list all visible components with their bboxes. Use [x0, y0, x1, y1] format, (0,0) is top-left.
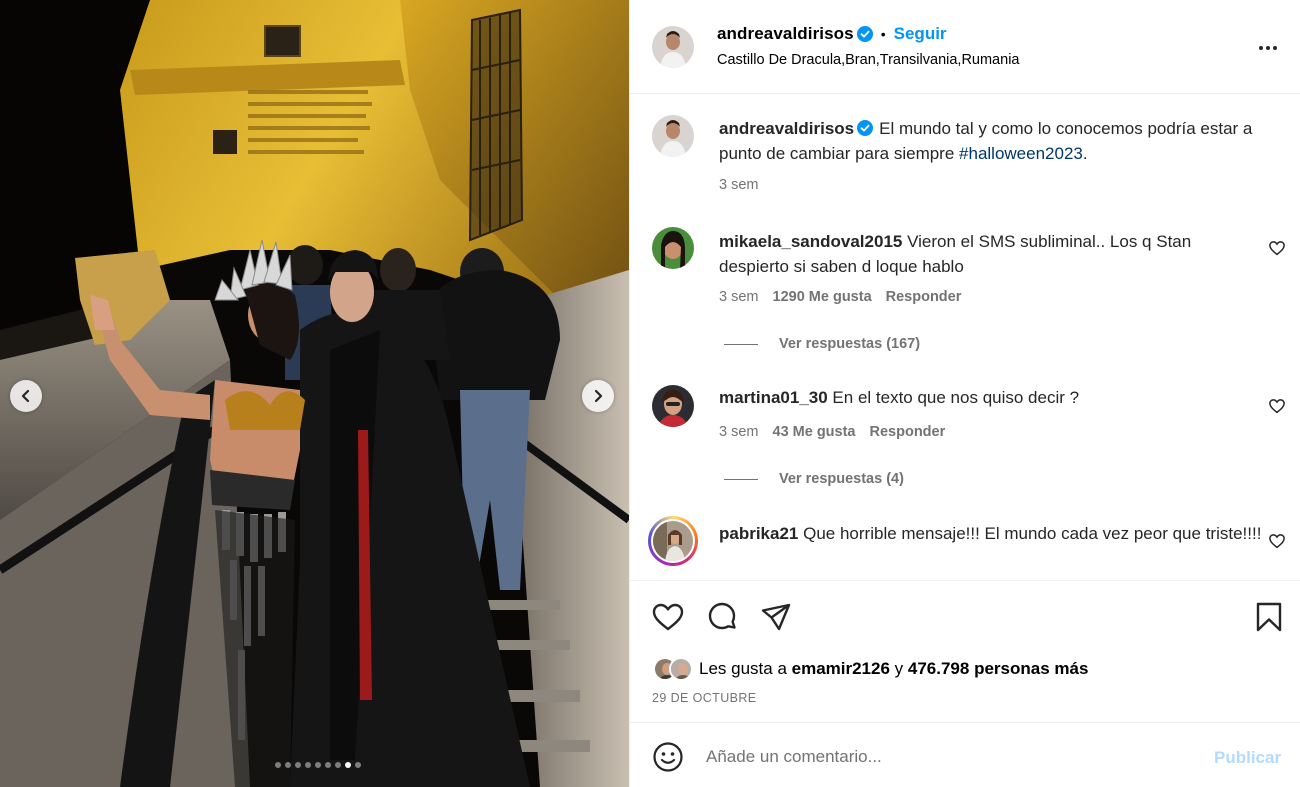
comment-time: 3 sem [719, 289, 759, 305]
likes-summary[interactable]: Les gusta a emamir2126 y 476.798 persona… [653, 657, 1088, 681]
carousel-dot [294, 762, 301, 768]
commenter-avatar[interactable] [652, 385, 694, 427]
comment-username[interactable]: martina01_30 [719, 388, 828, 407]
caption-username[interactable]: andreavaldirisos [719, 119, 854, 138]
comment-meta: 3 sem 43 Me gusta Responder [719, 424, 945, 440]
carousel-dot [274, 762, 281, 768]
caption-avatar[interactable] [652, 115, 694, 157]
previous-image-button[interactable] [10, 380, 42, 412]
chevron-left-icon [21, 389, 30, 403]
post-media [0, 0, 629, 787]
carousel-dot [334, 762, 341, 768]
carousel-indicator [0, 762, 629, 768]
next-image-button[interactable] [582, 380, 614, 412]
comment-body: En el texto que nos quiso decir ? [832, 388, 1080, 407]
liker-avatar [669, 657, 693, 681]
likes-text: Les gusta a emamir2126 y 476.798 persona… [699, 659, 1088, 679]
post-side-panel: andreavaldirisos • Seguir Castillo De Dr… [629, 0, 1300, 787]
comment-meta: 3 sem 1290 Me gusta Responder [719, 289, 961, 305]
view-replies-button[interactable]: Ver respuestas (4) [724, 471, 904, 487]
author-avatar[interactable] [652, 26, 694, 68]
follow-button[interactable]: Seguir [894, 24, 947, 44]
comment-username[interactable]: mikaela_sandoval2015 [719, 232, 902, 251]
verified-badge-icon [856, 26, 873, 42]
header-line: andreavaldirisos • Seguir [717, 24, 947, 44]
comment-time: 3 sem [719, 424, 759, 440]
post-dialog: andreavaldirisos • Seguir Castillo De Dr… [0, 0, 1300, 787]
comment-likes[interactable]: 1290 Me gusta [773, 289, 872, 305]
add-comment-bar: Publicar [630, 722, 1300, 787]
comments-list[interactable]: andreavaldirisos El mundo tal y como lo c… [630, 95, 1300, 580]
carousel-dot [284, 762, 291, 768]
likes-count[interactable]: 476.798 personas más [908, 659, 1089, 678]
view-replies-label: Ver respuestas (4) [779, 471, 904, 487]
view-replies-label: Ver respuestas (167) [779, 336, 921, 352]
comment-icon[interactable] [705, 600, 739, 634]
comment-text: martina01_30 En el texto que nos quiso d… [719, 385, 1264, 410]
carousel-dot [314, 762, 321, 768]
heart-icon[interactable] [651, 600, 685, 634]
chevron-right-icon [594, 389, 603, 403]
bookmark-icon[interactable] [1252, 600, 1286, 634]
reply-button[interactable]: Responder [870, 424, 946, 440]
story-ring-avatar[interactable] [648, 516, 698, 566]
verified-badge-icon [857, 120, 874, 136]
carousel-dot [354, 762, 361, 768]
view-replies-button[interactable]: Ver respuestas (167) [724, 336, 920, 352]
comment-username[interactable]: pabrika21 [719, 524, 798, 543]
likes-prefix: Les gusta a [699, 659, 792, 678]
more-options-icon[interactable] [1256, 36, 1280, 60]
comment-likes[interactable]: 43 Me gusta [773, 424, 856, 440]
comment-text: pabrika21 Que horrible mensaje!!! El mun… [719, 521, 1264, 546]
comment-heart-icon[interactable] [1268, 239, 1286, 257]
carousel-dot [324, 762, 331, 768]
likes-mid: y [889, 659, 908, 678]
post-date[interactable]: 29 DE OCTUBRE [652, 691, 757, 705]
replies-divider [724, 343, 758, 345]
comment-input[interactable] [706, 745, 1186, 769]
caption-text: andreavaldirisos El mundo tal y como lo c… [719, 116, 1264, 166]
caption-end: . [1082, 144, 1088, 163]
author-username[interactable]: andreavaldirisos [717, 24, 854, 44]
comment-heart-icon[interactable] [1268, 532, 1286, 550]
liker-username[interactable]: emamir2126 [792, 659, 890, 678]
comment-heart-icon[interactable] [1268, 397, 1286, 415]
carousel-dot [344, 762, 351, 768]
emoji-icon[interactable] [652, 741, 684, 773]
separator-dot: • [880, 26, 886, 42]
post-actions: Les gusta a emamir2126 y 476.798 persona… [630, 580, 1300, 721]
post-photo [0, 0, 629, 787]
share-icon[interactable] [759, 600, 793, 634]
comment-text: mikaela_sandoval2015 Vieron el SMS subli… [719, 229, 1264, 279]
commenter-avatar[interactable] [652, 227, 694, 269]
reply-button[interactable]: Responder [886, 289, 962, 305]
publish-button[interactable]: Publicar [1214, 748, 1281, 768]
caption-hashtag[interactable]: #halloween2023 [959, 144, 1083, 163]
post-location[interactable]: Castillo De Dracula,Bran,Transilvania,Ru… [717, 52, 1019, 68]
caption-time: 3 sem [719, 177, 759, 193]
carousel-dot [304, 762, 311, 768]
comment-body: Que horrible mensaje!!! El mundo cada ve… [803, 524, 1262, 543]
replies-divider [724, 478, 758, 480]
post-header: andreavaldirisos • Seguir Castillo De Dr… [630, 0, 1300, 94]
